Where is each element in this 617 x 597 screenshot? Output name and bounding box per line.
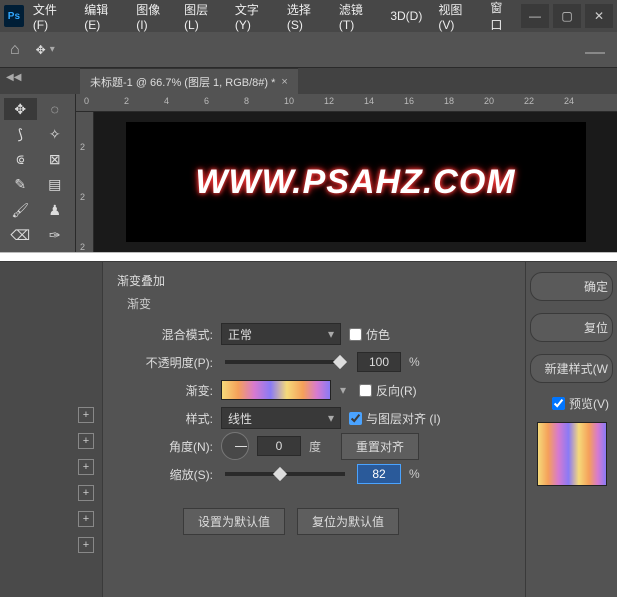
percent-unit: %	[409, 355, 420, 369]
close-tab-icon[interactable]: ×	[281, 76, 287, 88]
opacity-input[interactable]	[357, 352, 401, 372]
eyedropper-tool[interactable]: ✎	[4, 174, 37, 196]
stamp-tool[interactable]: ♟	[39, 199, 72, 221]
reset-default-button[interactable]: 复位为默认值	[297, 508, 399, 535]
gradient-label: 渐变:	[123, 382, 213, 399]
canvas-text-layer: WWW.PSAHZ.COM	[195, 163, 515, 202]
preview-checkbox[interactable]: 预览(V)	[534, 395, 609, 412]
options-divider	[585, 52, 605, 54]
app-logo: Ps	[4, 5, 24, 27]
scale-label: 缩放(S):	[123, 466, 213, 483]
reset-align-button[interactable]: 重置对齐	[341, 433, 419, 460]
style-label: 样式:	[123, 410, 213, 427]
collapse-icon[interactable]: ◀◀	[6, 72, 21, 83]
set-default-button[interactable]: 设置为默认值	[183, 508, 285, 535]
opacity-label: 不透明度(P):	[123, 354, 213, 371]
window-minimize-button[interactable]: —	[521, 4, 549, 28]
preview-swatch	[537, 422, 607, 486]
blend-mode-label: 混合模式:	[123, 326, 213, 343]
crop-tool[interactable]: ⟃	[4, 149, 37, 171]
window-maximize-button[interactable]: ▢	[553, 4, 581, 28]
cancel-button[interactable]: 复位	[530, 313, 613, 342]
menu-layer[interactable]: 图层(L)	[177, 0, 226, 38]
percent-unit: %	[409, 467, 420, 481]
marquee-tool[interactable]: ◌	[39, 98, 72, 120]
ruler-vertical: 2 2 2	[76, 112, 94, 252]
menu-type[interactable]: 文字(Y)	[228, 0, 278, 38]
add-effect-button[interactable]: +	[78, 407, 94, 423]
add-effect-button[interactable]: +	[78, 459, 94, 475]
document-tab[interactable]: 未标题-1 @ 66.7% (图层 1, RGB/8#) * ×	[80, 68, 298, 94]
ruler-tool[interactable]: ▤	[39, 174, 72, 196]
menu-image[interactable]: 图像(I)	[129, 0, 175, 38]
subsection-title: 渐变	[127, 295, 505, 312]
home-icon[interactable]: ⌂	[10, 41, 20, 59]
reverse-checkbox[interactable]: 反向(R)	[359, 382, 417, 399]
pen-tool[interactable]: ✑	[39, 225, 72, 247]
angle-dial[interactable]	[221, 432, 249, 460]
move-tool-option[interactable]: ✥ ▾	[32, 39, 59, 61]
ruler-horizontal: 0 2 4 6 8 10 12 14 16 18 20 22 24	[76, 94, 617, 112]
menu-edit[interactable]: 编辑(E)	[77, 0, 127, 38]
scale-input[interactable]	[357, 464, 401, 484]
angle-unit: 度	[309, 438, 321, 455]
document-tab-title: 未标题-1 @ 66.7% (图层 1, RGB/8#) *	[90, 74, 275, 90]
move-tool[interactable]: ✥	[4, 98, 37, 120]
menu-view[interactable]: 视图(V)	[431, 0, 481, 38]
add-effect-button[interactable]: +	[78, 485, 94, 501]
add-effect-button[interactable]: +	[78, 433, 94, 449]
dither-checkbox[interactable]: 仿色	[349, 326, 390, 343]
add-effect-button[interactable]: +	[78, 537, 94, 553]
style-dropdown[interactable]: 线性	[221, 407, 341, 429]
magic-wand-tool[interactable]: ✧	[39, 123, 72, 145]
angle-label: 角度(N):	[123, 438, 213, 455]
menu-3d[interactable]: 3D(D)	[383, 3, 429, 29]
frame-tool[interactable]: ⊠	[39, 149, 72, 171]
scale-slider[interactable]	[225, 472, 345, 476]
add-effect-button[interactable]: +	[78, 511, 94, 527]
menubar: Ps 文件(F) 编辑(E) 图像(I) 图层(L) 文字(Y) 选择(S) 滤…	[0, 0, 617, 32]
ok-button[interactable]: 确定	[530, 272, 613, 301]
window-close-button[interactable]: ✕	[585, 4, 613, 28]
eraser-tool[interactable]: ⌫	[4, 225, 37, 247]
opacity-slider[interactable]	[225, 360, 345, 364]
dialog-buttons-panel: 确定 复位 新建样式(W 预览(V)	[525, 262, 617, 597]
canvas[interactable]: WWW.PSAHZ.COM	[94, 112, 617, 252]
menu-filter[interactable]: 滤镜(T)	[332, 0, 381, 38]
new-style-button[interactable]: 新建样式(W	[530, 354, 613, 383]
align-checkbox[interactable]: 与图层对齐 (I)	[349, 410, 441, 427]
brush-tool[interactable]: 🖌	[4, 199, 37, 221]
gradient-picker[interactable]	[221, 380, 331, 400]
toolbox: ✥ ◌ ⟆ ✧ ⟃ ⊠ ✎ ▤ 🖌 ♟ ⌫ ✑	[0, 94, 76, 252]
lasso-tool[interactable]: ⟆	[4, 123, 37, 145]
menu-window[interactable]: 窗口	[483, 0, 519, 39]
blend-mode-dropdown[interactable]: 正常	[221, 323, 341, 345]
angle-input[interactable]	[257, 436, 301, 456]
menu-file[interactable]: 文件(F)	[26, 0, 75, 38]
section-title: 渐变叠加	[117, 272, 505, 289]
style-list-panel: + + + + + +	[0, 262, 103, 597]
gradient-overlay-panel: 渐变叠加 渐变 混合模式: 正常 仿色 不透明度(P): % 渐变: 反向(R)…	[103, 262, 525, 597]
layer-style-dialog: + + + + + + 渐变叠加 渐变 混合模式: 正常 仿色 不透明度(P):…	[0, 261, 617, 597]
document-tabs: ◀◀ 未标题-1 @ 66.7% (图层 1, RGB/8#) * ×	[0, 68, 617, 94]
artboard: WWW.PSAHZ.COM	[126, 122, 586, 242]
menu-select[interactable]: 选择(S)	[280, 0, 330, 38]
